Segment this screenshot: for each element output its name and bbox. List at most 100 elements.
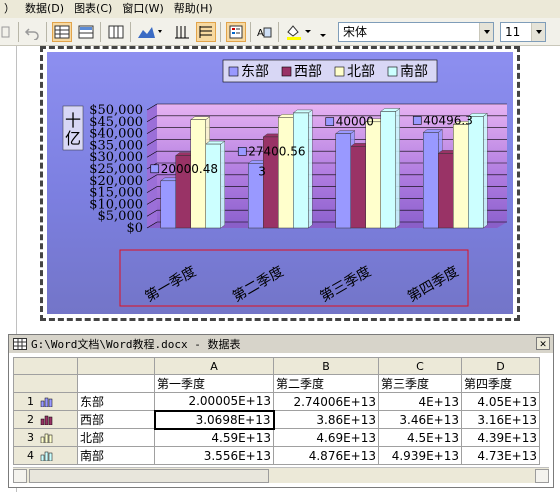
scroll-thumb[interactable] — [29, 469, 269, 483]
menu-help[interactable]: 帮助(H) — [170, 0, 219, 18]
cell-value[interactable]: 4.69E+13 — [273, 428, 379, 447]
scroll-left-icon[interactable] — [13, 469, 27, 483]
cell-value[interactable]: 4E+13 — [378, 392, 462, 411]
toolbar-separator — [46, 22, 47, 42]
data-label-key — [237, 147, 247, 156]
view-datasheet-icon[interactable] — [52, 22, 72, 42]
menu-window[interactable]: 窗口(W) — [118, 0, 169, 18]
datasheet-window[interactable]: G:\Word文档\Word教程.docx - 数据表 ✕ A B C D 第一… — [8, 334, 554, 488]
series-bar-icon — [40, 433, 53, 443]
cell-value[interactable]: 4.939E+13 — [378, 446, 462, 465]
y-tick-label: $50,000 — [89, 103, 143, 118]
cell[interactable] — [77, 374, 155, 393]
menu-item-partial[interactable]: ） — [0, 0, 21, 18]
cell-value[interactable]: 4.39E+13 — [461, 428, 540, 447]
chart-area[interactable]: 20000.48 27400.56 40000 40496.3 3 东部 西部 北部 南部 $… — [47, 52, 513, 314]
series-bar-icon — [40, 415, 53, 425]
bar-side — [483, 112, 488, 229]
bar — [160, 180, 176, 229]
cell-value-selected[interactable]: 3.0698E+13 — [153, 409, 275, 430]
chart-type-icon[interactable] — [136, 22, 164, 42]
row-header-blank[interactable] — [13, 374, 78, 393]
undo-icon[interactable] — [22, 22, 42, 42]
table-row: 2 西部 3.0698E+13 3.86E+13 3.46E+13 3.16E+… — [13, 409, 540, 430]
cell-header[interactable]: 第三季度 — [378, 374, 462, 393]
data-label-overflow: 3 — [258, 164, 266, 178]
toolbar-separator — [100, 22, 101, 42]
row-header[interactable]: 3 — [13, 428, 78, 447]
menu-chart[interactable]: 图表(C) — [70, 0, 118, 18]
menu-data[interactable]: 数据(D) — [21, 0, 70, 18]
cell-value[interactable]: 3.16E+13 — [461, 410, 540, 429]
datasheet-titlebar[interactable]: G:\Word文档\Word教程.docx - 数据表 ✕ — [9, 335, 553, 353]
cell-header[interactable]: 第一季度 — [154, 374, 274, 393]
column-header-c[interactable]: C — [378, 357, 462, 375]
cut-icon[interactable] — [0, 22, 12, 42]
data-label: 40496.3 — [423, 113, 473, 127]
toolbar-overflow-icon[interactable] — [318, 22, 328, 42]
legend-swatch — [281, 66, 292, 77]
bar — [293, 112, 309, 229]
cell-value[interactable]: 4.59E+13 — [154, 428, 274, 447]
data-label-key — [325, 117, 335, 126]
font-name-value: 宋体 — [343, 25, 368, 39]
cell-value[interactable]: 4.05E+13 — [461, 392, 540, 411]
cell-value[interactable]: 2.74006E+13 — [273, 392, 379, 411]
horizontal-scrollbar[interactable] — [13, 467, 549, 483]
cell-value[interactable]: 4.5E+13 — [378, 428, 462, 447]
cell-value[interactable]: 4.73E+13 — [461, 446, 540, 465]
by-row-icon[interactable] — [76, 22, 96, 42]
toolbar-separator — [250, 22, 251, 42]
row-label[interactable]: 北部 — [77, 428, 155, 447]
cell-header[interactable]: 第二季度 — [273, 374, 379, 393]
column-header-a[interactable]: A — [154, 357, 274, 375]
chevron-down-icon[interactable] — [531, 23, 545, 41]
row-number: 1 — [27, 395, 34, 408]
value-axis-gridlines-icon[interactable] — [196, 22, 216, 42]
bar — [365, 121, 381, 229]
chevron-down-icon[interactable] — [479, 23, 493, 41]
menu-bar: ） 数据(D) 图表(C) 窗口(W) 帮助(H) — [0, 0, 560, 18]
legend-label: 西部 — [294, 64, 322, 80]
cell-value[interactable]: 3.46E+13 — [378, 410, 462, 429]
bar — [278, 117, 294, 229]
scroll-right-icon[interactable] — [535, 469, 549, 483]
table-row: 1 东部 2.00005E+13 2.74006E+13 4E+13 4.05E… — [13, 392, 540, 411]
toolbar-separator — [18, 22, 19, 42]
bar-side — [220, 140, 225, 229]
legend-swatch — [334, 66, 345, 77]
category-axis-gridlines-icon[interactable] — [172, 22, 192, 42]
legend-label: 东部 — [241, 64, 269, 80]
font-size-select[interactable]: 11 — [500, 22, 546, 42]
series-bar-icon — [40, 397, 53, 407]
column-header-b[interactable]: B — [273, 357, 379, 375]
data-table-icon[interactable]: A — [254, 22, 274, 42]
datasheet-title: G:\Word文档\Word教程.docx - 数据表 — [31, 338, 241, 351]
font-name-select[interactable]: 宋体 — [338, 22, 494, 42]
row-label[interactable]: 东部 — [77, 392, 155, 411]
row-header[interactable]: 2 — [13, 410, 78, 429]
data-label-key — [412, 116, 422, 125]
toolbar-separator — [130, 22, 131, 42]
corner-cell[interactable] — [13, 357, 78, 375]
toolbar-separator — [278, 22, 279, 42]
legend-icon[interactable] — [226, 22, 246, 42]
cell-value[interactable]: 2.00005E+13 — [154, 392, 274, 411]
cell-value[interactable]: 4.876E+13 — [273, 446, 379, 465]
svg-text:A: A — [257, 28, 264, 39]
by-column-icon[interactable] — [106, 22, 126, 42]
row-label[interactable]: 西部 — [77, 410, 155, 429]
row-header[interactable]: 4 — [13, 446, 78, 465]
column-header-d[interactable]: D — [461, 357, 540, 375]
bar — [438, 153, 454, 229]
row-label[interactable]: 南部 — [77, 446, 155, 465]
fill-color-icon[interactable] — [284, 22, 314, 42]
cell-value[interactable]: 3.86E+13 — [273, 410, 379, 429]
bar — [335, 133, 351, 229]
close-icon[interactable]: ✕ — [536, 337, 550, 350]
cell-header[interactable]: 第四季度 — [461, 374, 540, 393]
bar-side — [395, 108, 400, 229]
row-header[interactable]: 1 — [13, 392, 78, 411]
cell-value[interactable]: 3.556E+13 — [154, 446, 274, 465]
column-header-blank[interactable] — [77, 357, 155, 375]
